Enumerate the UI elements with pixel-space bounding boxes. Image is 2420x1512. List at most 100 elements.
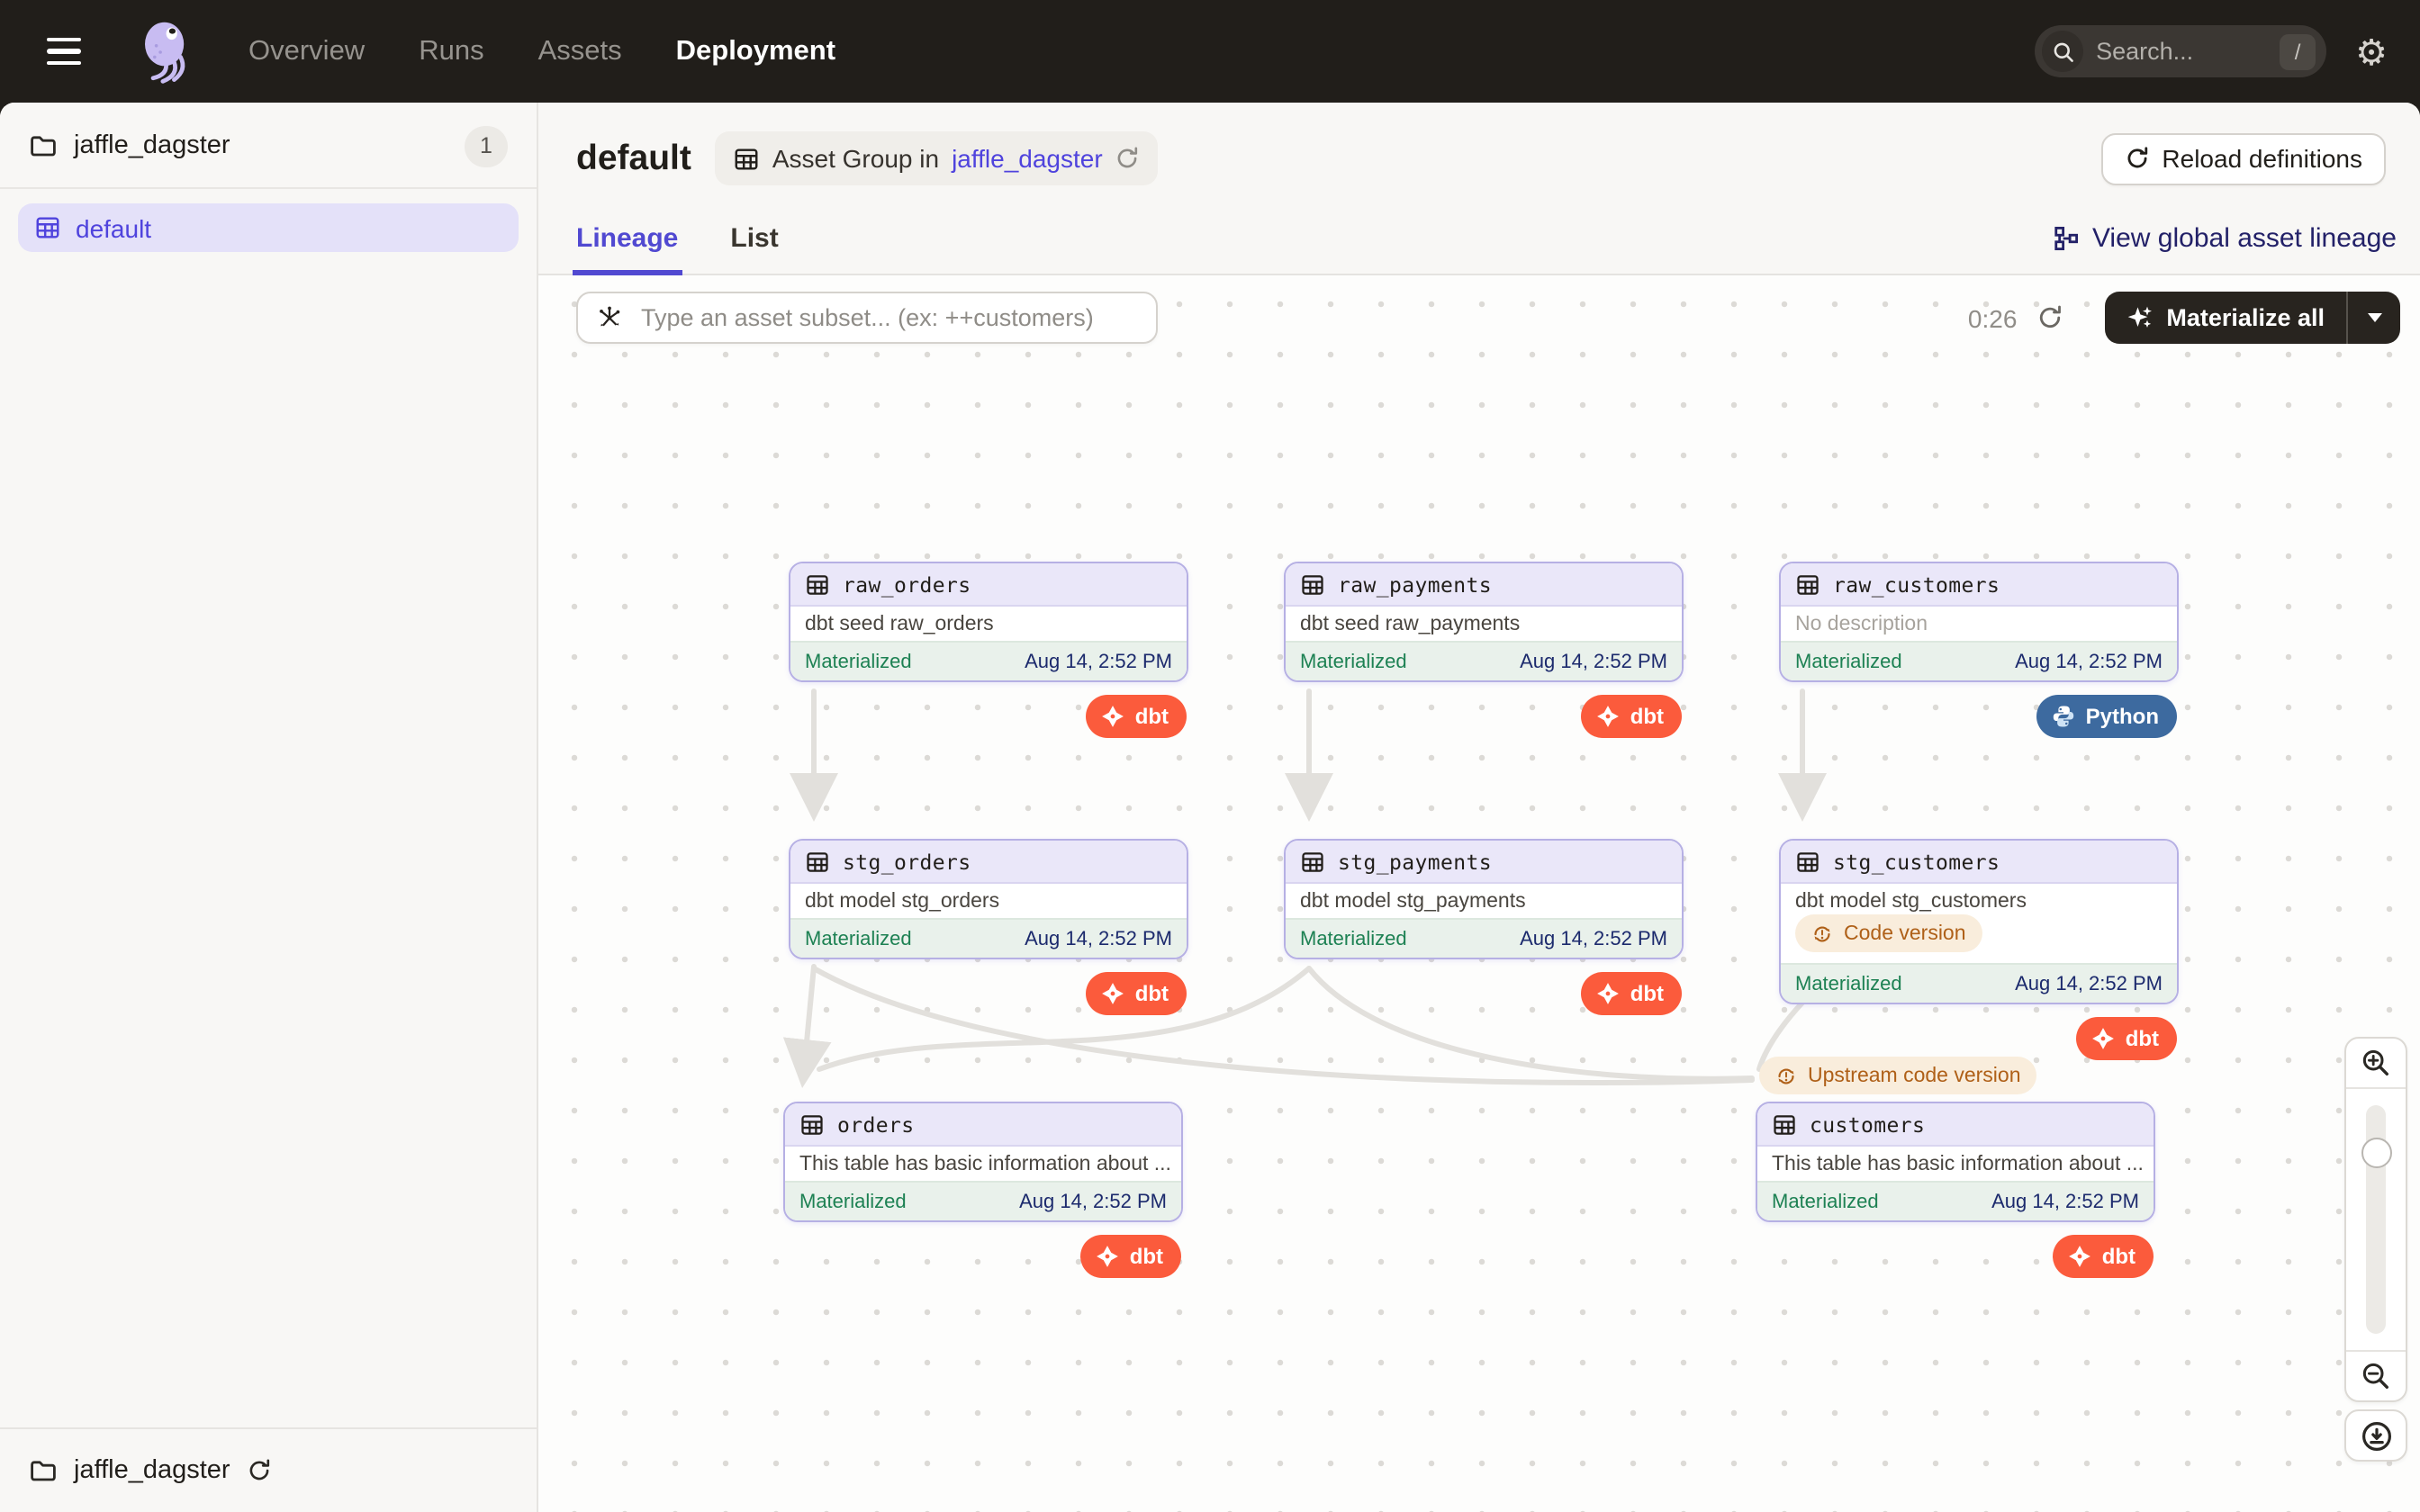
download-icon [2360, 1419, 2392, 1452]
dbt-logo-icon [2068, 1244, 2093, 1269]
dbt-badge: dbt [1087, 972, 1187, 1015]
table-icon [1795, 849, 1820, 874]
sidebar-footer[interactable]: jaffle_dagster [0, 1427, 537, 1512]
sidebar-item-label: default [76, 213, 151, 242]
table-icon [1300, 572, 1325, 597]
zoom-slider-handle[interactable] [2361, 1138, 2391, 1168]
dbt-logo-icon [2091, 1026, 2117, 1051]
graph-toolbar-right: 0:26 Materialize all [1968, 292, 2400, 344]
materialization-timestamp[interactable]: Aug 14, 2:52 PM [1025, 651, 1172, 672]
materialization-timestamp[interactable]: Aug 14, 2:52 PM [1019, 1191, 1167, 1212]
status-badge: Materialized [1795, 651, 1902, 672]
dbt-badge: dbt [2054, 1235, 2154, 1278]
view-global-asset-lineage-link[interactable]: View global asset lineage [2053, 223, 2397, 254]
asset-group-breadcrumb: Asset Group in jaffle_dagster [715, 131, 1159, 185]
materialization-timestamp[interactable]: Aug 14, 2:52 PM [1520, 928, 1667, 950]
breadcrumb-prefix: Asset Group in [772, 144, 939, 173]
asset-node-stg-payments[interactable]: stg_payments dbt model stg_payments Mate… [1284, 839, 1684, 959]
materialize-all-button[interactable]: Materialize all [2105, 292, 2346, 344]
dbt-badge: dbt [1582, 972, 1682, 1015]
asset-group-icon [34, 214, 61, 241]
zoom-in-icon [2361, 1048, 2391, 1078]
status-badge: Materialized [1772, 1191, 1879, 1212]
sidebar-divider [0, 187, 537, 189]
zoom-in-button[interactable] [2346, 1039, 2406, 1087]
search-input[interactable]: Search... / [2035, 25, 2326, 77]
folder-icon [29, 1456, 58, 1485]
main-header: default Asset Group in jaffle_dagster Re… [538, 103, 2420, 203]
status-badge: Materialized [1300, 928, 1407, 950]
asset-node-customers[interactable]: customers This table has basic informati… [1756, 1102, 2155, 1222]
sparkle-icon [2127, 304, 2154, 331]
dbt-badge: dbt [1087, 695, 1187, 738]
dbt-badge: dbt [1582, 695, 1682, 738]
sidebar-project-label: jaffle_dagster [74, 131, 448, 160]
materialize-options-dropdown[interactable] [2348, 292, 2400, 344]
code-version-icon [1775, 1065, 1797, 1086]
nav-item-overview[interactable]: Overview [248, 35, 365, 68]
table-icon [1772, 1112, 1797, 1137]
breadcrumb-project-link[interactable]: jaffle_dagster [952, 144, 1103, 173]
asset-node-raw-orders[interactable]: raw_orders dbt seed raw_orders Materiali… [789, 562, 1188, 682]
materialization-timestamp[interactable]: Aug 14, 2:52 PM [1025, 928, 1172, 950]
zoom-out-icon [2361, 1361, 2391, 1391]
dbt-badge: dbt [1081, 1235, 1181, 1278]
asset-node-stg-orders[interactable]: stg_orders dbt model stg_orders Material… [789, 839, 1188, 959]
refresh-icon[interactable] [247, 1458, 272, 1483]
top-nav: Overview Runs Assets Deployment Search..… [0, 0, 2420, 103]
menu-icon[interactable] [47, 26, 97, 76]
table-icon [1300, 849, 1325, 874]
materialization-timestamp[interactable]: Aug 14, 2:52 PM [1991, 1191, 2139, 1212]
tab-lineage[interactable]: Lineage [576, 203, 678, 274]
sidebar-footer-label: jaffle_dagster [74, 1456, 230, 1485]
nav-item-assets[interactable]: Assets [538, 35, 622, 68]
dbt-badge: dbt [2077, 1017, 2177, 1060]
asset-subset-filter[interactable] [576, 292, 1158, 344]
asset-group-icon [733, 145, 760, 172]
asset-graph-filter-icon [596, 304, 623, 331]
chevron-down-icon [2367, 313, 2381, 322]
python-logo-icon [2052, 704, 2077, 729]
upstream-code-version-badge: Upstream code version [1759, 1057, 2037, 1094]
sidebar: jaffle_dagster 1 default jaffle_dagster [0, 103, 538, 1512]
refresh-icon[interactable] [2036, 304, 2063, 331]
tab-list[interactable]: List [730, 203, 778, 274]
table-icon [805, 849, 830, 874]
lineage-graph-canvas[interactable]: 0:26 Materialize all [538, 275, 2420, 1512]
dagster-logo[interactable] [137, 17, 202, 86]
download-graph-button[interactable] [2344, 1409, 2407, 1462]
tabs-row: Lineage List View global asset lineage [538, 203, 2420, 275]
refresh-icon[interactable] [1115, 146, 1141, 171]
lineage-graph-icon [2053, 225, 2080, 252]
zoom-controls [2344, 1037, 2407, 1402]
refresh-timer: 0:26 [1968, 303, 2018, 332]
status-badge: Materialized [805, 651, 912, 672]
sidebar-count-badge: 1 [465, 125, 508, 166]
zoom-out-button[interactable] [2346, 1352, 2406, 1400]
dbt-logo-icon [1596, 981, 1621, 1006]
asset-subset-input[interactable] [637, 302, 1138, 333]
reload-icon [2124, 146, 2149, 171]
asset-node-raw-customers[interactable]: raw_customers No description Materialize… [1779, 562, 2179, 682]
materialization-timestamp[interactable]: Aug 14, 2:52 PM [2015, 651, 2163, 672]
asset-node-stg-customers[interactable]: stg_customers dbt model stg_customers Co… [1779, 839, 2179, 1004]
materialization-timestamp[interactable]: Aug 14, 2:52 PM [1520, 651, 1667, 672]
status-badge: Materialized [1300, 651, 1407, 672]
dbt-logo-icon [1101, 704, 1126, 729]
table-icon [1795, 572, 1820, 597]
sidebar-project-row[interactable]: jaffle_dagster 1 [0, 108, 537, 184]
status-badge: Materialized [1795, 973, 1902, 994]
zoom-slider[interactable] [2346, 1087, 2406, 1352]
settings-gear-icon[interactable]: ⚙ [2355, 33, 2395, 69]
dbt-logo-icon [1101, 981, 1126, 1006]
asset-node-raw-payments[interactable]: raw_payments dbt seed raw_payments Mater… [1284, 562, 1684, 682]
nav-item-runs[interactable]: Runs [419, 35, 483, 68]
asset-node-orders[interactable]: orders This table has basic information … [783, 1102, 1183, 1222]
nav-item-deployment[interactable]: Deployment [676, 35, 835, 68]
code-version-badge: Code version [1795, 914, 1982, 952]
sidebar-item-default[interactable]: default [18, 203, 519, 252]
python-badge: Python [2037, 695, 2177, 738]
dbt-logo-icon [1596, 704, 1621, 729]
materialization-timestamp[interactable]: Aug 14, 2:52 PM [2015, 973, 2163, 994]
reload-definitions-button[interactable]: Reload definitions [2100, 132, 2386, 184]
